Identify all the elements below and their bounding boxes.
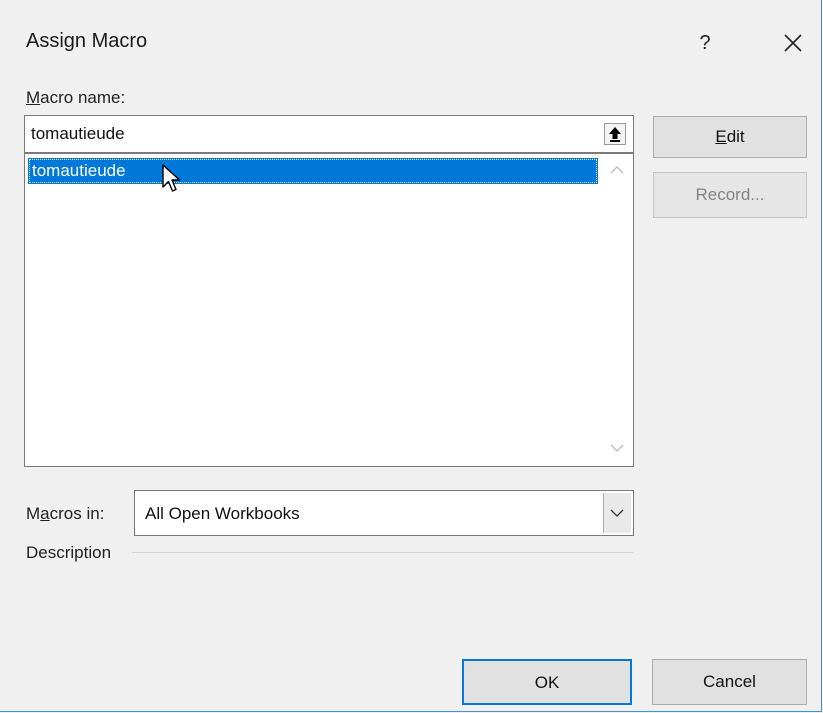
macro-name-input[interactable]: tomautieude <box>24 115 634 153</box>
mouse-pointer-icon <box>162 164 181 192</box>
description-label: Description <box>26 543 112 562</box>
chevron-down-icon[interactable] <box>610 443 624 453</box>
chevron-down-icon <box>610 509 624 517</box>
macros-in-label: Macros in: <box>26 504 104 524</box>
list-scrollbar[interactable] <box>602 155 632 465</box>
macros-in-value: All Open Workbooks <box>145 504 300 523</box>
macros-in-label-accel: a <box>40 504 50 523</box>
edit-button-text: dit <box>726 127 745 146</box>
description-divider <box>132 552 634 553</box>
record-button[interactable]: Record... <box>653 172 807 218</box>
collapse-dialog-icon <box>609 127 621 142</box>
macro-name-label-accel: M <box>26 88 41 107</box>
macro-name-label: Macro name: <box>26 88 125 108</box>
close-button[interactable] <box>772 24 814 62</box>
macro-name-value: tomautieude <box>31 124 125 143</box>
macro-listbox[interactable]: tomautieude <box>24 153 634 467</box>
dialog-title: Assign Macro <box>26 30 148 52</box>
cancel-button[interactable]: Cancel <box>652 659 807 705</box>
macros-in-label-pre: M <box>26 504 41 523</box>
macros-in-label-rest: cros in: <box>49 504 105 523</box>
help-button[interactable]: ? <box>688 26 722 60</box>
edit-button-accel: E <box>715 127 727 146</box>
list-item[interactable]: tomautieude <box>28 158 598 184</box>
collapse-dialog-button[interactable] <box>604 123 626 145</box>
macro-name-label-text: acro name: <box>40 88 126 107</box>
macros-in-dropdown-button[interactable] <box>603 493 631 533</box>
macros-in-select[interactable]: All Open Workbooks <box>134 490 634 536</box>
close-icon <box>784 34 802 52</box>
ok-button[interactable]: OK <box>462 659 632 705</box>
assign-macro-dialog: Assign Macro ? Macro name: tomautieude t… <box>0 0 822 712</box>
chevron-up-icon[interactable] <box>610 165 624 175</box>
edit-button[interactable]: Edit <box>653 116 807 158</box>
